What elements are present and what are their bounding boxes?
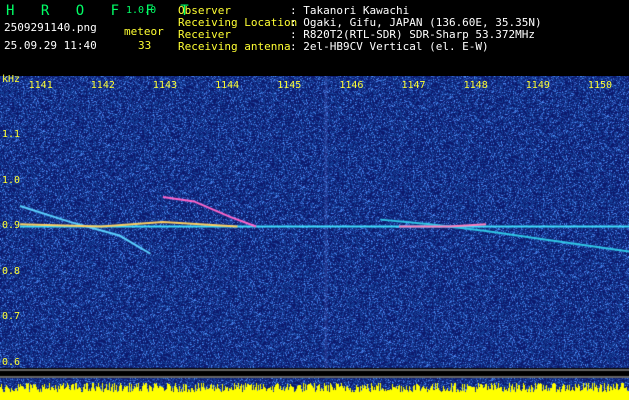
x-tick-label: 1142 bbox=[90, 80, 115, 91]
x-tick-label: 1146 bbox=[339, 80, 364, 91]
x-tick-label: 1144 bbox=[215, 80, 240, 91]
y-axis-unit: kHz bbox=[2, 74, 21, 85]
antenna-label: Receiving antenna bbox=[178, 40, 291, 53]
y-tick-label: 0.7 bbox=[2, 311, 21, 323]
header-panel: H R O F F T 1.0.0 2509291140.png 25.09.2… bbox=[0, 0, 629, 76]
y-tick-label: 1.1 bbox=[2, 129, 21, 141]
spectrogram-canvas bbox=[0, 76, 629, 400]
y-tick-label: 0.6 bbox=[2, 356, 21, 368]
timestamp-label: 25.09.29 11:40 bbox=[4, 39, 97, 52]
meteor-count: 33 bbox=[138, 39, 152, 52]
x-tick-label: 1148 bbox=[463, 80, 488, 91]
x-tick-label: 1143 bbox=[152, 80, 178, 91]
filename-label: 2509291140.png bbox=[4, 21, 97, 34]
y-tick-label: 0.8 bbox=[2, 265, 21, 277]
y-tick-label: 0.9 bbox=[2, 220, 21, 232]
x-tick-label: 1147 bbox=[401, 80, 426, 91]
x-tick-label: 1145 bbox=[277, 80, 302, 91]
meteor-label: meteor bbox=[124, 25, 164, 38]
app-logo: H R O F F T bbox=[6, 3, 198, 19]
hrofft-window: H R O F F T 1.0.0 2509291140.png 25.09.2… bbox=[0, 0, 629, 400]
antenna-value: : 2el-HB9CV Vertical (el. E-W) bbox=[290, 40, 489, 53]
x-tick-label: 1150 bbox=[587, 80, 613, 91]
x-tick-label: 1141 bbox=[28, 80, 53, 91]
x-tick-label: 1149 bbox=[525, 80, 550, 91]
y-tick-label: 1.0 bbox=[2, 174, 21, 186]
app-version: 1.0.0 bbox=[126, 5, 157, 16]
